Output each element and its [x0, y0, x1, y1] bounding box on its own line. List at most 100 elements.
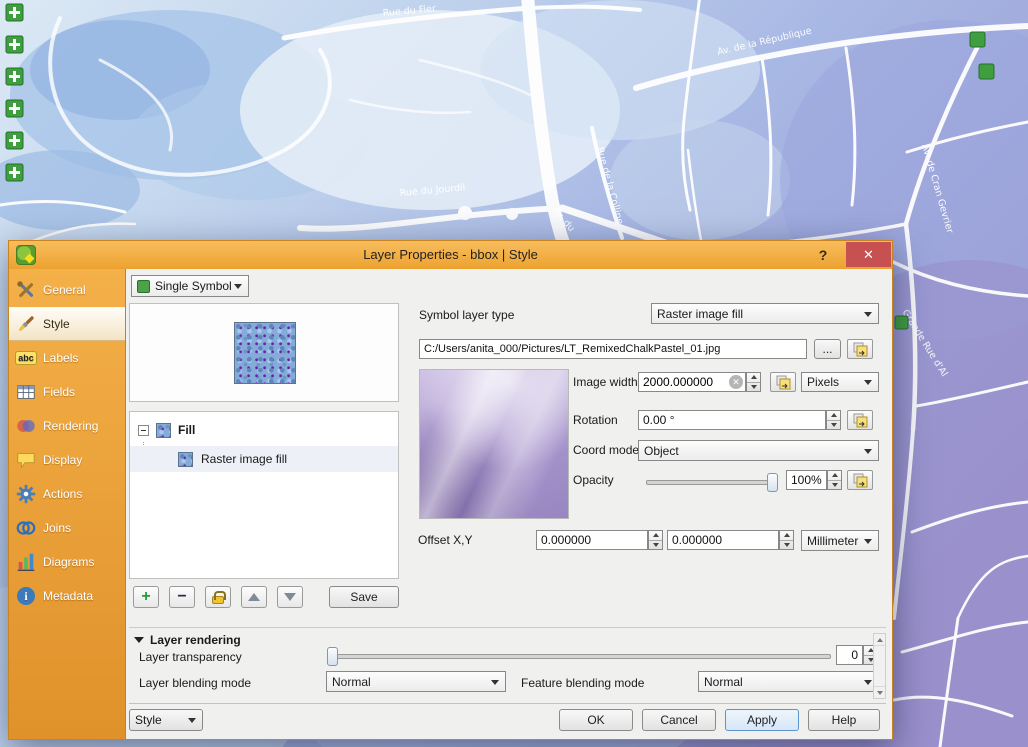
data-defined-override-rotation-button[interactable]: [847, 410, 873, 430]
raster-fill-swatch-icon: [178, 452, 193, 467]
add-symbol-layer-button[interactable]: +: [133, 586, 159, 608]
scroll-down-icon[interactable]: [874, 686, 885, 698]
offset-y-input[interactable]: [667, 530, 779, 550]
browse-file-button[interactable]: ...: [814, 339, 841, 359]
rotation-label: Rotation: [573, 412, 618, 428]
opacity-slider-handle[interactable]: [767, 473, 778, 492]
sidebar: General Style abc Labels Fields Renderin…: [9, 269, 126, 739]
spin-down[interactable]: [780, 541, 793, 550]
rotation-spinner: [826, 410, 841, 430]
data-defined-override-opacity-button[interactable]: [847, 470, 873, 490]
symbol-layer-type-combo[interactable]: Raster image fill: [651, 303, 879, 324]
layer-rendering-header[interactable]: Layer rendering: [134, 633, 241, 647]
sidebar-item-general[interactable]: General: [9, 273, 125, 307]
spin-up[interactable]: [828, 471, 841, 481]
dialog-title: Layer Properties - bbox | Style: [9, 247, 892, 262]
layer-transparency-input[interactable]: [836, 645, 863, 665]
data-defined-override-path-button[interactable]: [847, 339, 873, 359]
ok-button[interactable]: OK: [559, 709, 633, 731]
opacity-input[interactable]: [786, 470, 827, 490]
spin-up[interactable]: [780, 531, 793, 541]
sidebar-item-style[interactable]: Style: [9, 307, 125, 341]
spin-down[interactable]: [649, 541, 662, 550]
renderer-icon: [137, 280, 150, 293]
style-menu-button[interactable]: Style: [129, 709, 203, 731]
layer-rendering-title: Layer rendering: [150, 633, 241, 647]
opacity-label: Opacity: [573, 472, 614, 488]
offset-unit-combo[interactable]: Millimeter: [801, 530, 879, 551]
image-path-input[interactable]: [419, 339, 807, 359]
blend-circles-icon: [14, 414, 38, 438]
layer-transparency-label: Layer transparency: [139, 649, 242, 665]
layer-transparency-slider[interactable]: [331, 654, 831, 659]
sidebar-item-display[interactable]: Display: [9, 443, 125, 477]
sidebar-item-label: General: [43, 283, 86, 297]
data-defined-icon: [853, 342, 868, 357]
cancel-button[interactable]: Cancel: [642, 709, 716, 731]
paintbrush-icon: [14, 312, 38, 336]
data-defined-override-width-button[interactable]: [770, 372, 796, 392]
sidebar-item-label: Diagrams: [43, 555, 94, 569]
spin-down[interactable]: [747, 383, 760, 392]
move-down-button[interactable]: [277, 586, 303, 608]
symbol-layer-type-label: Symbol layer type: [419, 307, 514, 323]
coord-mode-value: Object: [644, 444, 679, 458]
collapse-expander-icon[interactable]: [138, 425, 149, 436]
offset-y-spinner: [779, 530, 794, 550]
offset-x-input[interactable]: [536, 530, 648, 550]
sidebar-item-label: Labels: [43, 351, 78, 365]
join-venn-icon: [14, 516, 38, 540]
footer-separator: [129, 703, 886, 704]
sidebar-item-fields[interactable]: Fields: [9, 375, 125, 409]
fill-swatch-icon: [156, 423, 171, 438]
section-separator: [129, 627, 886, 628]
save-symbol-button[interactable]: Save: [329, 586, 399, 608]
coord-mode-label: Coord mode: [573, 442, 639, 458]
help-titlebar-button[interactable]: ?: [812, 244, 834, 266]
image-width-field: ✕: [638, 372, 746, 392]
tree-row-raster-image-fill[interactable]: Raster image fill: [130, 446, 398, 472]
spin-down[interactable]: [827, 421, 840, 430]
spin-up[interactable]: [649, 531, 662, 541]
feature-blending-combo[interactable]: Normal: [698, 671, 879, 692]
spin-up[interactable]: [827, 411, 840, 421]
coord-mode-combo[interactable]: Object: [638, 440, 879, 461]
spin-up[interactable]: [747, 373, 760, 383]
sidebar-item-joins[interactable]: Joins: [9, 511, 125, 545]
feature-blending-label: Feature blending mode: [521, 675, 644, 691]
remove-symbol-layer-button[interactable]: −: [169, 586, 195, 608]
layer-blending-label: Layer blending mode: [139, 675, 251, 691]
opacity-slider[interactable]: [646, 480, 778, 485]
sidebar-item-metadata[interactable]: i Metadata: [9, 579, 125, 613]
feature-blending-value: Normal: [704, 675, 743, 689]
offset-x-spinner: [648, 530, 663, 550]
sidebar-item-rendering[interactable]: Rendering: [9, 409, 125, 443]
sidebar-item-label: Style: [43, 317, 70, 331]
sidebar-item-labels[interactable]: abc Labels: [9, 341, 125, 375]
layer-blending-combo[interactable]: Normal: [326, 671, 506, 692]
layer-transparency-handle[interactable]: [327, 647, 338, 666]
data-defined-icon: [776, 375, 791, 390]
apply-button[interactable]: Apply: [725, 709, 799, 731]
sidebar-item-diagrams[interactable]: Diagrams: [9, 545, 125, 579]
spin-down[interactable]: [828, 481, 841, 490]
info-icon: i: [14, 584, 38, 608]
tree-row-fill[interactable]: Fill: [130, 418, 398, 442]
dialog-titlebar[interactable]: Layer Properties - bbox | Style ? ✕: [9, 241, 892, 269]
wrench-icon: [14, 278, 38, 302]
sidebar-item-actions[interactable]: Actions: [9, 477, 125, 511]
rendering-scrollbar[interactable]: [873, 633, 886, 699]
renderer-type-combo[interactable]: Single Symbol: [131, 275, 249, 297]
image-width-unit-combo[interactable]: Pixels: [801, 372, 879, 392]
clear-icon[interactable]: ✕: [729, 375, 743, 389]
opacity-spinner: [827, 470, 842, 490]
symbol-layer-type-value: Raster image fill: [657, 307, 743, 321]
scroll-up-icon[interactable]: [874, 634, 885, 646]
lock-layer-button[interactable]: [205, 586, 231, 608]
down-arrow-icon: [284, 593, 296, 601]
offset-label: Offset X,Y: [418, 532, 472, 548]
help-button[interactable]: Help: [808, 709, 880, 731]
move-up-button[interactable]: [241, 586, 267, 608]
rotation-input[interactable]: [638, 410, 826, 430]
close-button[interactable]: ✕: [846, 242, 891, 267]
